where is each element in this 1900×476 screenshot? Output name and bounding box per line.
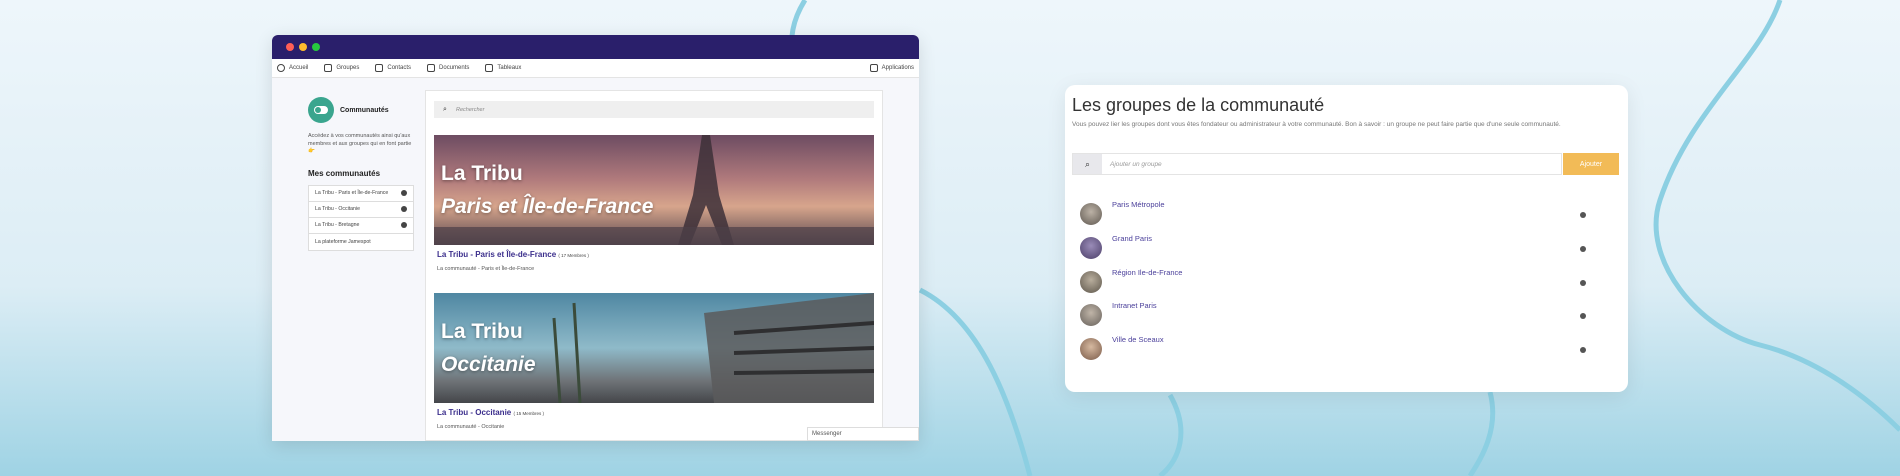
banner-subtitle: Occitanie [441, 353, 536, 376]
member-count: ( 15 Membres ) [513, 411, 544, 416]
building-illustration [552, 293, 874, 403]
nav-item-tableaux[interactable]: Tableaux [485, 64, 521, 72]
group-avatar [1080, 237, 1102, 259]
window-titlebar [272, 35, 919, 59]
community-name: La Tribu - Occitanie [437, 408, 512, 417]
community-card-title[interactable]: La Tribu - Paris et Île-de-France ( 17 M… [434, 250, 874, 259]
group-avatar [1080, 271, 1102, 293]
community-card-paris[interactable]: La Tribu Paris et Île-de-France La Tribu… [434, 135, 874, 272]
search-icon: ⌕ [1073, 154, 1102, 174]
group-settings-icon[interactable] [1580, 246, 1586, 252]
communities-sidebar: Communautés Accédez à vos communautés ai… [308, 97, 414, 251]
group-avatar [1080, 304, 1102, 326]
nav-label: Groupes [336, 65, 360, 71]
group-name-link[interactable]: Grand Paris [1112, 234, 1152, 243]
user-icon [401, 206, 407, 212]
community-label: La Tribu - Occitanie [315, 206, 360, 212]
banner-subtitle: Paris et Île-de-France [441, 195, 654, 218]
add-group-input[interactable]: ⌕ Ajouter un groupe [1072, 153, 1562, 175]
feed-search-input[interactable]: ⌕ Rechercher [434, 101, 874, 118]
nav-item-contacts[interactable]: Contacts [375, 64, 411, 72]
nav-label: Tableaux [497, 65, 522, 71]
community-banner-paris[interactable]: La Tribu Paris et Île-de-France [434, 135, 874, 245]
group-name-link[interactable]: Paris Métropole [1112, 200, 1165, 209]
panel-title: Les groupes de la communauté [1072, 95, 1325, 115]
community-label: La Tribu - Paris et Île-de-France [315, 190, 389, 196]
community-banner-occitanie[interactable]: La Tribu Occitanie [434, 293, 874, 403]
minimize-window-button[interactable] [299, 43, 307, 51]
group-name-link[interactable]: Intranet Paris [1112, 301, 1157, 310]
banner-title: La Tribu [441, 162, 523, 185]
community-description: La communauté - Paris et Île-de-France [437, 266, 535, 272]
messenger-label: Messenger [812, 431, 842, 437]
community-name: La Tribu - Paris et Île-de-France [437, 250, 557, 259]
documents-icon [427, 64, 436, 72]
user-icon [401, 190, 407, 196]
apps-icon [869, 64, 878, 72]
communities-feed: ⌕ Rechercher La Tribu Paris et Île-de-Fr… [425, 90, 883, 441]
group-name-link[interactable]: Région Ile-de-France [1112, 268, 1182, 277]
community-item-bretagne[interactable]: La Tribu - Bretagne [309, 218, 413, 234]
panel-description: Vous pouvez lier les groupes dont vous ê… [1072, 121, 1561, 128]
community-card-title[interactable]: La Tribu - Occitanie ( 15 Membres ) [434, 408, 874, 417]
top-navigation: Accueil Groupes Contacts Documents Table… [272, 59, 919, 78]
eiffel-tower-illustration [434, 135, 874, 245]
sidebar-header: Communautés [308, 97, 414, 123]
group-row: Ville de Sceaux [1080, 335, 1600, 361]
community-list: La Tribu - Paris et Île-de-France La Tri… [308, 184, 414, 251]
community-label: La plateforme Jamespot [315, 238, 371, 245]
group-row: Grand Paris [1080, 234, 1600, 260]
community-item-paris[interactable]: La Tribu - Paris et Île-de-France [309, 186, 413, 202]
group-settings-icon[interactable] [1580, 212, 1586, 218]
community-groups-panel: Les groupes de la communauté Vous pouvez… [1065, 85, 1628, 392]
community-item-occitanie[interactable]: La Tribu - Occitanie [309, 202, 413, 218]
add-group-button[interactable]: Ajouter [1563, 153, 1619, 175]
banner-title: La Tribu [441, 320, 523, 343]
nav-label: Contacts [387, 65, 412, 71]
nav-item-groupes[interactable]: Groupes [324, 64, 359, 72]
community-item-jamespot[interactable]: La plateforme Jamespot [309, 234, 413, 250]
sidebar-description: Accédez à vos communautés ainsi qu'aux m… [308, 133, 412, 154]
group-row: Intranet Paris [1080, 301, 1600, 327]
user-icon [401, 222, 407, 228]
nav-label: Applications [881, 65, 914, 71]
nav-item-applications[interactable]: Applications [869, 64, 914, 72]
contacts-icon [375, 64, 384, 72]
group-row: Région Ile-de-France [1080, 268, 1600, 294]
search-icon: ⌕ [443, 105, 447, 113]
browser-window: Accueil Groupes Contacts Documents Table… [272, 35, 919, 441]
group-avatar [1080, 203, 1102, 225]
my-communities-heading: Mes communautés [308, 168, 381, 178]
group-avatar [1080, 338, 1102, 360]
nav-item-accueil[interactable]: Accueil [277, 64, 308, 72]
nav-item-documents[interactable]: Documents [427, 64, 469, 72]
boards-icon [485, 64, 494, 72]
messenger-button[interactable]: Messenger [807, 427, 919, 441]
toggle-logo-icon [308, 97, 334, 123]
community-card-occitanie[interactable]: La Tribu Occitanie La Tribu - Occitanie … [434, 293, 874, 430]
member-count: ( 17 Membres ) [558, 253, 589, 258]
maximize-window-button[interactable] [312, 43, 320, 51]
community-label: La Tribu - Bretagne [315, 222, 360, 228]
nav-label: Accueil [289, 65, 309, 71]
search-placeholder: Rechercher [456, 106, 485, 113]
app-body: Communautés Accédez à vos communautés ai… [272, 78, 919, 441]
close-window-button[interactable] [286, 43, 294, 51]
group-settings-icon[interactable] [1580, 280, 1586, 286]
globe-icon [277, 64, 285, 72]
sidebar-title: Communautés [340, 106, 389, 114]
group-settings-icon[interactable] [1580, 347, 1586, 353]
nav-label: Documents [439, 65, 470, 71]
group-settings-icon[interactable] [1580, 313, 1586, 319]
group-row: Paris Métropole [1080, 200, 1600, 226]
add-group-placeholder: Ajouter un groupe [1110, 160, 1162, 168]
group-name-link[interactable]: Ville de Sceaux [1112, 335, 1164, 344]
groups-icon [324, 64, 333, 72]
